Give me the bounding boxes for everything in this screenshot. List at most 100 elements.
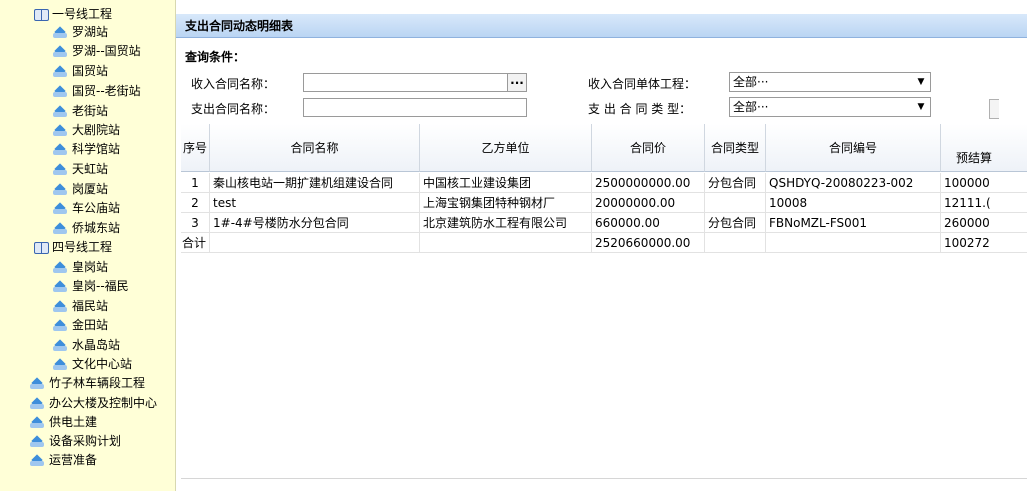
table-bottom-border [181,478,1027,479]
tree-item[interactable]: 国贸--老街站 [53,82,141,101]
tree-item-label: 竹子林车辆段工程 [49,376,146,390]
tree-item[interactable]: 设备采购计划 [30,432,121,451]
tree-item-label: 科学馆站 [72,142,121,156]
tree-item[interactable]: 一号线工程 [34,5,112,24]
node-icon [53,165,69,175]
node-icon [53,107,69,117]
tree-item[interactable]: 福民站 [53,297,108,316]
tree-item-label: 侨城东站 [72,221,121,235]
tree-item[interactable]: 大剧院站 [53,121,120,140]
table-cell: 20000000.00 [592,193,705,213]
tree-item-label: 福民站 [72,299,109,313]
tree-item[interactable]: 皇岗--福民 [53,277,129,296]
total-cell [766,233,941,253]
node-icon [53,47,69,57]
tree-item[interactable]: 侨城东站 [53,219,120,238]
total-cell [210,233,420,253]
tree-item-label: 罗湖--国贸站 [72,44,141,58]
table-cell: 2500000000.00 [592,173,705,193]
tree-item[interactable]: 办公大楼及控制中心 [30,394,157,413]
node-icon [53,341,69,351]
table-cell: 100000 [941,173,1027,193]
table-cell: 秦山核电站一期扩建机组建设合同 [210,173,420,193]
tree-item[interactable]: 天虹站 [53,160,108,179]
node-icon [53,204,69,214]
table-cell: 分包合同 [705,213,766,233]
tree-item-label: 车公庙站 [72,201,121,215]
column-header[interactable]: 合同编号 [766,124,941,172]
column-header[interactable]: 预结算 [941,124,1027,172]
tree-item-label: 老街站 [72,104,109,118]
tree-item[interactable]: 竹子林车辆段工程 [30,374,145,393]
tree-item[interactable]: 岗厦站 [53,180,108,199]
node-icon [53,282,69,292]
node-icon [53,126,69,136]
table-cell: 中国核工业建设集团 [420,173,592,193]
table-cell: 北京建筑防水工程有限公司 [420,213,592,233]
tree-item-label: 办公大楼及控制中心 [49,396,158,410]
tree-item-label: 设备采购计划 [49,434,122,448]
node-icon [30,437,46,447]
tree-item-label: 一号线工程 [52,7,113,21]
node-icon [30,399,46,409]
table-cell: 10008 [766,193,941,213]
tree-item-label: 皇岗站 [72,260,109,274]
tree-item-label: 国贸--老街站 [72,84,141,98]
table-cell: 12111.( [941,193,1027,213]
total-cell: 2520660000.00 [592,233,705,253]
tree-item[interactable]: 科学馆站 [53,140,120,159]
node-icon [30,418,46,428]
node-icon [53,145,69,155]
node-icon [53,360,69,370]
tree-item-label: 大剧院站 [72,123,121,137]
tree-item[interactable]: 水晶岛站 [53,336,120,355]
table-cell: 260000 [941,213,1027,233]
node-icon [30,456,46,466]
tree-item[interactable]: 国贸站 [53,62,108,81]
column-header[interactable]: 乙方单位 [420,124,592,172]
tree-item[interactable]: 运营准备 [30,451,97,470]
tree-item-label: 岗厦站 [72,182,109,196]
node-icon [53,67,69,77]
tree-item[interactable]: 皇岗站 [53,258,108,277]
tree-item[interactable]: 文化中心站 [53,355,132,374]
node-icon [53,87,69,97]
tree-item[interactable]: 金田站 [53,316,108,335]
tree-item[interactable]: 罗湖--国贸站 [53,42,141,61]
node-icon [53,185,69,195]
tree-item-label: 水晶岛站 [72,338,121,352]
tree-item-label: 皇岗--福民 [72,279,129,293]
grid-container: 序号 合同名称 乙方单位 合同价 合同类型 合同编号 预结算 1 秦山核电站一期扩建机组建设合同… [176,0,1027,491]
table-cell [705,193,766,213]
total-cell: 合计 [181,233,210,253]
table-cell: test [210,193,420,213]
tree-item-label: 罗湖站 [72,25,109,39]
tree-item-label: 天虹站 [72,162,109,176]
folder-icon [34,241,49,254]
contract-table: 序号 合同名称 乙方单位 合同价 合同类型 合同编号 预结算 1 秦山核电站一期扩建机组建设合同… [181,124,1027,469]
project-tree: 一号线工程罗湖站罗湖--国贸站国贸站国贸--老街站 老街站大剧院站科学馆站天虹站岗… [0,0,176,491]
table-cell: 3 [181,213,210,233]
total-cell [420,233,592,253]
table-cell: 分包合同 [705,173,766,193]
table-cell: 1 [181,173,210,193]
table-cell: 2 [181,193,210,213]
node-icon [53,28,69,38]
node-icon [53,302,69,312]
folder-icon [34,8,49,21]
tree-item-label: 运营准备 [49,453,98,467]
column-header[interactable]: 序号 [181,124,210,172]
node-icon [53,224,69,234]
tree-item[interactable]: 供电土建 [30,413,97,432]
column-header[interactable]: 合同名称 [210,124,420,172]
node-icon [30,379,46,389]
tree-item[interactable]: 车公庙站 [53,199,120,218]
tree-item[interactable]: 老街站 [53,102,108,121]
column-header[interactable]: 合同价 [592,124,705,172]
column-header[interactable]: 合同类型 [705,124,766,172]
table-cell: 上海宝钢集团特种钢材厂 [420,193,592,213]
node-icon [53,321,69,331]
tree-item-label: 四号线工程 [52,240,113,254]
tree-item[interactable]: 四号线工程 [34,238,112,257]
tree-item[interactable]: 罗湖站 [53,23,108,42]
